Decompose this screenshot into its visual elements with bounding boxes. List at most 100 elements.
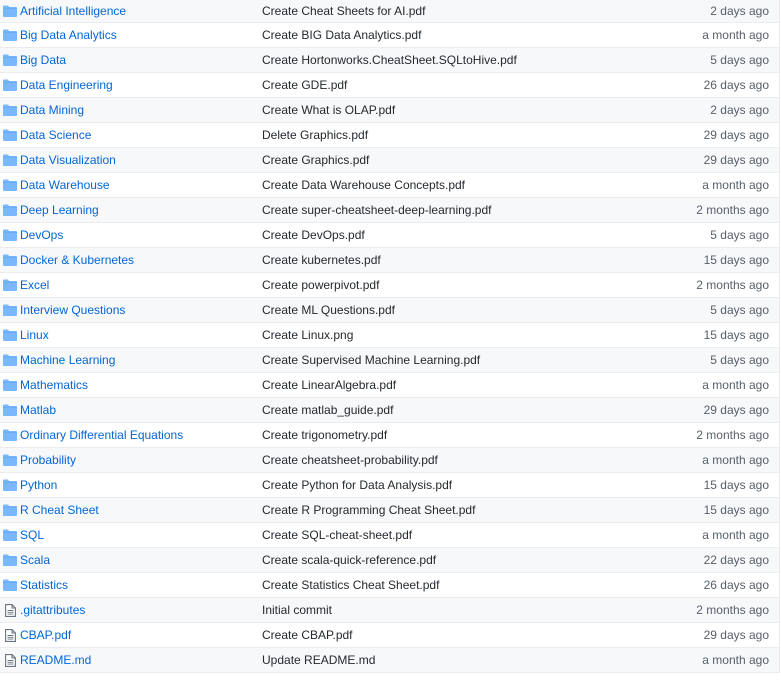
file-name-link[interactable]: Statistics — [20, 578, 68, 592]
file-row: Ordinary Differential Equations Create t… — [0, 422, 779, 447]
file-name-link[interactable]: Linux — [20, 328, 49, 342]
file-row: Big Data Analytics Create BIG Data Analy… — [0, 22, 779, 47]
file-icon — [0, 653, 20, 667]
file-name-link[interactable]: R Cheat Sheet — [20, 503, 99, 517]
commit-message-link[interactable]: Create Statistics Cheat Sheet.pdf — [262, 578, 439, 592]
file-row: README.md Update README.md a month ago — [0, 647, 779, 672]
file-row: Linux Create Linux.png 15 days ago — [0, 322, 779, 347]
file-row: Interview Questions Create ML Questions.… — [0, 297, 779, 322]
file-row: Python Create Python for Data Analysis.p… — [0, 472, 779, 497]
file-name-link[interactable]: Big Data — [20, 53, 66, 67]
commit-message-link[interactable]: Create Cheat Sheets for AI.pdf — [262, 4, 425, 18]
folder-icon — [0, 479, 20, 491]
commit-message-link[interactable]: Create SQL-cheat-sheet.pdf — [262, 528, 412, 542]
file-name-link[interactable]: Ordinary Differential Equations — [20, 428, 183, 442]
commit-age: a month ago — [702, 453, 769, 467]
file-name-link[interactable]: Data Engineering — [20, 78, 113, 92]
folder-icon — [0, 179, 20, 191]
commit-message-link[interactable]: Create Supervised Machine Learning.pdf — [262, 353, 480, 367]
commit-message-link[interactable]: Create powerpivot.pdf — [262, 278, 379, 292]
file-icon — [0, 603, 20, 617]
commit-age: 22 days ago — [703, 553, 769, 567]
commit-message-link[interactable]: Create trigonometry.pdf — [262, 428, 387, 442]
file-name-link[interactable]: Interview Questions — [20, 303, 125, 317]
commit-age: 5 days ago — [710, 228, 769, 242]
commit-message-link[interactable]: Create CBAP.pdf — [262, 628, 353, 642]
commit-message-link[interactable]: Create Graphics.pdf — [262, 153, 369, 167]
file-name-link[interactable]: Mathematics — [20, 378, 88, 392]
commit-message-link[interactable]: Create ML Questions.pdf — [262, 303, 395, 317]
commit-age: 5 days ago — [710, 53, 769, 67]
file-row: Docker & Kubernetes Create kubernetes.pd… — [0, 247, 779, 272]
commit-message-link[interactable]: Create Hortonworks.CheatSheet.SQLtoHive.… — [262, 53, 517, 67]
folder-icon — [0, 404, 20, 416]
file-name-link[interactable]: Docker & Kubernetes — [20, 253, 134, 267]
commit-age: 15 days ago — [703, 478, 769, 492]
file-name-link[interactable]: CBAP.pdf — [20, 628, 71, 642]
commit-message-link[interactable]: Delete Graphics.pdf — [262, 128, 368, 142]
file-name-link[interactable]: Data Mining — [20, 103, 84, 117]
commit-age: 2 months ago — [696, 203, 769, 217]
commit-message-link[interactable]: Create BIG Data Analytics.pdf — [262, 28, 421, 42]
file-row: R Cheat Sheet Create R Programming Cheat… — [0, 497, 779, 522]
file-name-link[interactable]: Scala — [20, 553, 50, 567]
folder-icon — [0, 29, 20, 41]
commit-message-link[interactable]: Create matlab_guide.pdf — [262, 403, 393, 417]
file-name-link[interactable]: Data Science — [20, 128, 91, 142]
folder-icon — [0, 354, 20, 366]
file-icon — [0, 628, 20, 642]
file-name-link[interactable]: README.md — [20, 653, 91, 667]
folder-icon — [0, 454, 20, 466]
file-name-link[interactable]: Deep Learning — [20, 203, 99, 217]
file-name-link[interactable]: SQL — [20, 528, 44, 542]
file-name-link[interactable]: Probability — [20, 453, 76, 467]
commit-age: a month ago — [702, 528, 769, 542]
commit-age: 29 days ago — [703, 403, 769, 417]
commit-message-link[interactable]: Create LinearAlgebra.pdf — [262, 378, 396, 392]
file-row: Artificial Intelligence Create Cheat She… — [0, 0, 779, 22]
file-row: Data Visualization Create Graphics.pdf 2… — [0, 147, 779, 172]
commit-message-link[interactable]: Initial commit — [262, 603, 332, 617]
commit-age: 15 days ago — [703, 253, 769, 267]
file-name-link[interactable]: Excel — [20, 278, 49, 292]
commit-message-link[interactable]: Create R Programming Cheat Sheet.pdf — [262, 503, 475, 517]
file-row: Big Data Create Hortonworks.CheatSheet.S… — [0, 47, 779, 72]
commit-age: 2 months ago — [696, 428, 769, 442]
file-row: Excel Create powerpivot.pdf 2 months ago — [0, 272, 779, 297]
folder-icon — [0, 5, 20, 17]
commit-message-link[interactable]: Create super-cheatsheet-deep-learning.pd… — [262, 203, 491, 217]
commit-message-link[interactable]: Create Linux.png — [262, 328, 353, 342]
file-name-link[interactable]: Matlab — [20, 403, 56, 417]
folder-icon — [0, 54, 20, 66]
folder-icon — [0, 254, 20, 266]
file-name-link[interactable]: Machine Learning — [20, 353, 115, 367]
commit-message-link[interactable]: Create Data Warehouse Concepts.pdf — [262, 178, 465, 192]
file-name-link[interactable]: Data Visualization — [20, 153, 116, 167]
file-name-link[interactable]: Python — [20, 478, 57, 492]
commit-age: 2 months ago — [696, 603, 769, 617]
folder-icon — [0, 554, 20, 566]
file-name-link[interactable]: .gitattributes — [20, 603, 85, 617]
folder-icon — [0, 329, 20, 341]
file-name-link[interactable]: Artificial Intelligence — [20, 4, 126, 18]
file-name-link[interactable]: DevOps — [20, 228, 63, 242]
file-name-link[interactable]: Big Data Analytics — [20, 28, 117, 42]
file-row: Data Mining Create What is OLAP.pdf 2 da… — [0, 97, 779, 122]
commit-message-link[interactable]: Create What is OLAP.pdf — [262, 103, 395, 117]
file-row: Data Engineering Create GDE.pdf 26 days … — [0, 72, 779, 97]
commit-age: 29 days ago — [703, 153, 769, 167]
commit-age: 29 days ago — [703, 628, 769, 642]
commit-message-link[interactable]: Create cheatsheet-probability.pdf — [262, 453, 438, 467]
commit-age: 15 days ago — [703, 328, 769, 342]
file-row: SQL Create SQL-cheat-sheet.pdf a month a… — [0, 522, 779, 547]
commit-message-link[interactable]: Create scala-quick-reference.pdf — [262, 553, 436, 567]
commit-message-link[interactable]: Create GDE.pdf — [262, 78, 347, 92]
commit-message-link[interactable]: Create DevOps.pdf — [262, 228, 365, 242]
file-name-link[interactable]: Data Warehouse — [20, 178, 110, 192]
commit-message-link[interactable]: Update README.md — [262, 653, 375, 667]
commit-age: a month ago — [702, 178, 769, 192]
commit-age: 2 months ago — [696, 278, 769, 292]
commit-message-link[interactable]: Create Python for Data Analysis.pdf — [262, 478, 452, 492]
file-row: Machine Learning Create Supervised Machi… — [0, 347, 779, 372]
commit-message-link[interactable]: Create kubernetes.pdf — [262, 253, 381, 267]
